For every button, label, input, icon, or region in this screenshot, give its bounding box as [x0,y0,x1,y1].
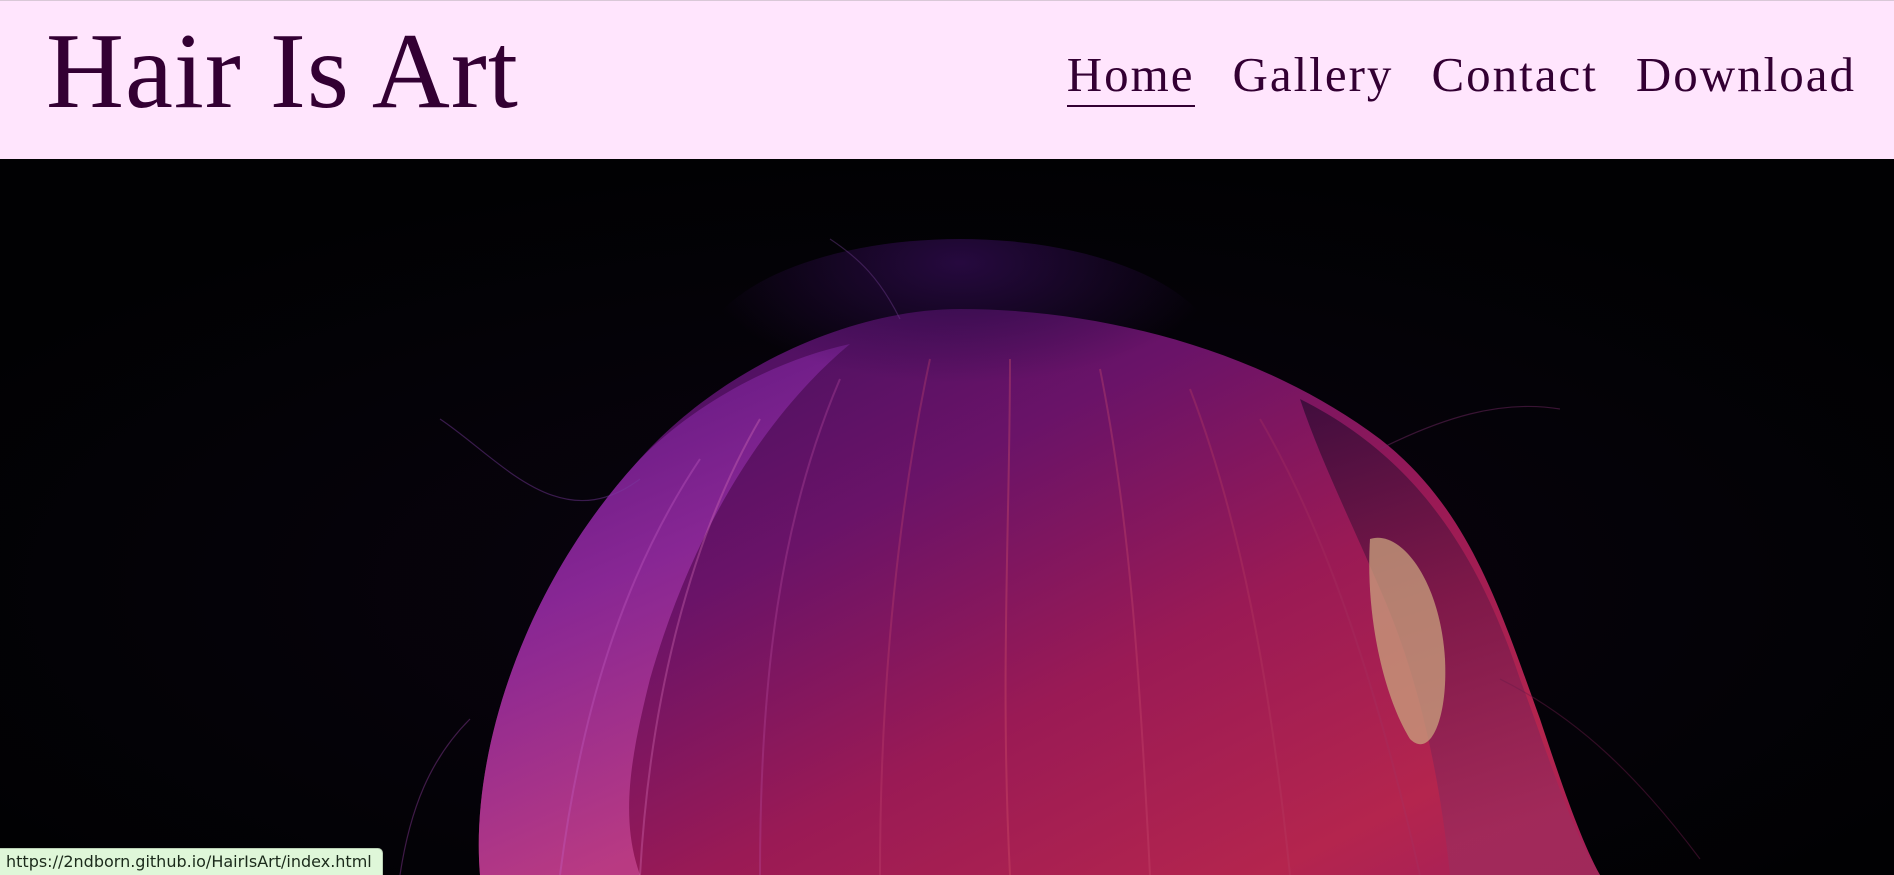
main-nav: Home Gallery Contact Download [1066,47,1856,108]
nav-link-home[interactable]: Home [1066,47,1195,108]
link-status-bar: https://2ndborn.github.io/HairIsArt/inde… [0,848,383,875]
nav-link-download[interactable]: Download [1636,47,1856,107]
hero-image [0,159,1894,875]
page: Hair Is Art Home Gallery Contact Downloa… [0,0,1894,875]
nav-link-gallery[interactable]: Gallery [1233,47,1394,107]
hair-photo [0,159,1894,875]
nav-link-contact[interactable]: Contact [1431,47,1597,107]
site-title[interactable]: Hair Is Art [46,12,519,132]
site-header: Hair Is Art Home Gallery Contact Downloa… [0,0,1894,159]
